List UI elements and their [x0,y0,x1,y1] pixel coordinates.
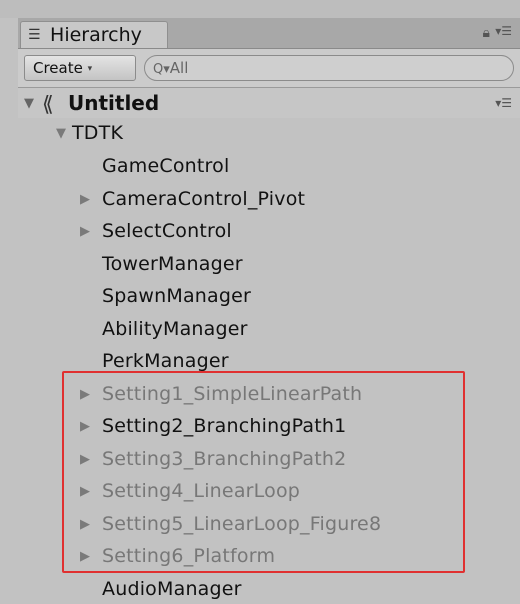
create-label: Create [33,59,83,77]
scene-title: Untitled [68,91,160,115]
tree-item-label: GameControl [102,155,230,177]
collapse-arrow-icon[interactable]: ▼ [24,96,34,111]
list-icon: ☰ [28,27,41,43]
collapse-arrow-icon[interactable]: ▼ [56,119,72,149]
tree-item-label: TowerManager [102,253,243,275]
tree-root-row[interactable]: ▼ TDTK [56,118,123,148]
tree-item-label: PerkManager [102,350,229,372]
expand-arrow-icon[interactable]: ▶ [80,185,102,215]
lock-icon[interactable]: 🔒︎ [483,25,490,41]
expand-arrow-icon[interactable]: ▶ [80,217,102,247]
tree-item-row[interactable]: TowerManager [102,249,243,279]
scene-header-row[interactable]: ▼ ⟪ Untitled ▾☰ [18,88,520,118]
tree-item-label: CameraControl_Pivot [102,188,306,210]
tree-item-label: SelectControl [102,220,232,242]
scene-menu-icon[interactable]: ▾☰ [495,96,512,110]
hierarchy-toolbar: Create ▾ Q▾All [18,49,520,88]
hierarchy-tab-bar: ☰ Hierarchy 🔒︎ ▾☰ [18,18,520,49]
tree-item-row[interactable]: ▶ CameraControl_Pivot [80,184,305,214]
tree-item-row[interactable]: GameControl [102,151,229,181]
create-dropdown-button[interactable]: Create ▾ [24,55,136,81]
tree-item-row[interactable]: AudioManager [102,574,242,604]
unity-scene-icon: ⟪ [42,92,54,116]
tree-item-row[interactable]: SpawnManager [102,281,251,311]
window-top-strip [0,0,520,18]
tree-item-label: TDTK [72,122,124,144]
annotation-highlight-box [62,371,465,573]
chevron-down-icon: ▾ [87,64,93,74]
search-placeholder: All [169,59,189,77]
tab-hierarchy[interactable]: ☰ Hierarchy [20,21,168,48]
search-icon[interactable]: Q▾ [153,62,170,77]
tree-item-label: SpawnManager [102,285,252,307]
tree-item-label: AbilityManager [102,318,248,340]
tree-item-row[interactable]: AbilityManager [102,314,248,344]
tree-item-row[interactable]: ▶ SelectControl [80,216,232,246]
kebab-menu-icon[interactable]: ▾☰ [495,24,512,38]
search-input[interactable]: Q▾All [144,55,514,81]
tab-label: Hierarchy [50,24,142,46]
